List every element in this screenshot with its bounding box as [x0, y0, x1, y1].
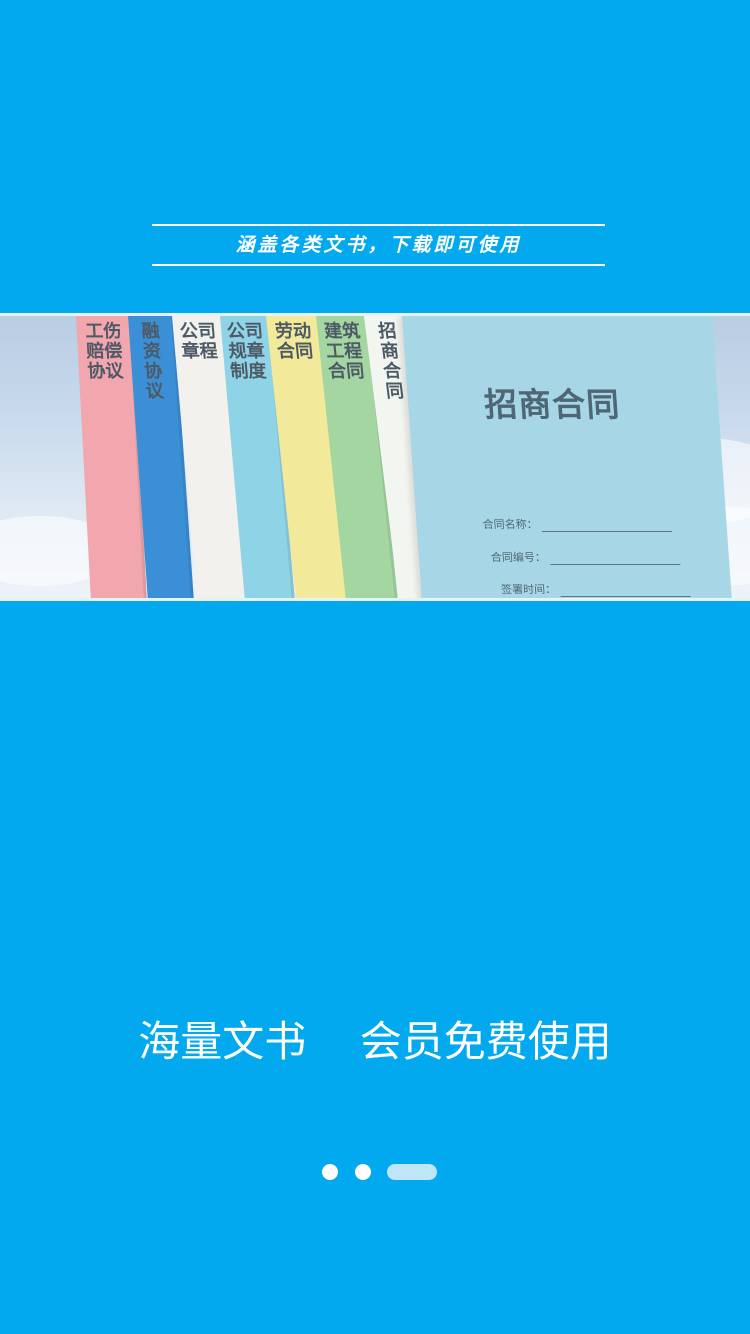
- tagline-top-rule: [152, 224, 605, 226]
- cover-field-label: 签署时间：: [500, 583, 557, 596]
- headline-text: 海量文书 会员免费使用: [138, 1017, 612, 1066]
- splash-screen: 涵盖各类文书，下载即可使用 工伤赔偿协议 融资协议 公司章程 公司规章制度 劳动…: [0, 0, 750, 1334]
- cover-field-label: 合同名称：: [482, 518, 539, 531]
- cover-field: 签署时间：: [501, 581, 691, 597]
- book-spine-title: 公司规章制度: [225, 321, 268, 382]
- book-cover-title: 招商合同: [482, 385, 622, 424]
- book-spine-title: 工伤赔偿协议: [84, 321, 124, 382]
- page-dot-active[interactable]: [387, 1164, 437, 1180]
- cover-field: 合同编号：: [490, 549, 681, 565]
- tagline-bottom-rule: [152, 264, 605, 266]
- cover-field-label: 合同编号：: [490, 551, 547, 564]
- page-dot[interactable]: [355, 1164, 371, 1180]
- book-spine-title: 融资协议: [140, 321, 165, 402]
- page-indicator[interactable]: [322, 1163, 442, 1181]
- book-spine-title: 公司章程: [178, 321, 219, 362]
- documents-banner-image: 工伤赔偿协议 融资协议 公司章程 公司规章制度 劳动合同 建筑工程合同 招商合同…: [0, 313, 750, 601]
- book-spine-title: 劳动合同: [274, 321, 315, 362]
- cover-field: 合同名称：: [482, 516, 673, 532]
- page-dot[interactable]: [322, 1164, 338, 1180]
- book-cover: 招商合同 合同名称： 合同编号： 签署时间：: [402, 316, 733, 598]
- tagline-section: 涵盖各类文书，下载即可使用: [152, 224, 605, 266]
- book-spine-title: 建筑工程合同: [323, 321, 366, 382]
- tagline-text: 涵盖各类文书，下载即可使用: [235, 234, 522, 256]
